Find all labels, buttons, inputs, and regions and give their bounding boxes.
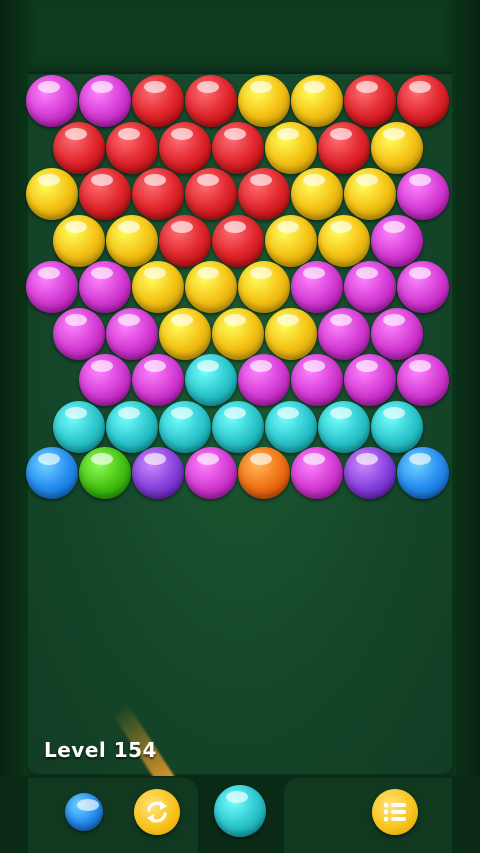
bubble-magenta xyxy=(397,261,449,313)
bubble-magenta xyxy=(79,75,131,127)
game-screen: Level 154 xyxy=(0,0,480,853)
bubble-cyan xyxy=(317,400,370,453)
bubble-cyan xyxy=(105,400,158,453)
bubble-cyan xyxy=(370,400,423,453)
bubble-orange xyxy=(238,447,290,499)
bubble-magenta xyxy=(79,261,131,313)
bubble-yellow xyxy=(52,214,105,267)
bubble-red xyxy=(132,168,184,220)
bubble-cyan xyxy=(264,400,317,453)
bubble-magenta xyxy=(344,354,396,406)
bubble-yellow xyxy=(264,214,317,267)
bubble-magenta xyxy=(79,354,131,406)
bubble-yellow xyxy=(264,307,317,360)
current-bubble[interactable] xyxy=(214,785,266,837)
bubble-red xyxy=(185,75,237,127)
bubble-magenta xyxy=(317,307,370,360)
bubble-red xyxy=(52,121,105,174)
bubble-magenta xyxy=(185,447,237,499)
top-bar xyxy=(28,0,452,74)
bubble-magenta xyxy=(26,261,78,313)
bubble-yellow xyxy=(291,75,343,127)
bubble-cyan xyxy=(185,354,237,406)
bubble-red xyxy=(211,214,264,267)
bubble-cyan xyxy=(158,400,211,453)
bubble-magenta xyxy=(397,168,449,220)
bubble-yellow xyxy=(238,75,290,127)
swap-arrows-icon xyxy=(143,798,171,826)
bubble-red xyxy=(397,75,449,127)
level-label: Level 154 xyxy=(44,738,157,762)
bubble-red xyxy=(344,75,396,127)
bottom-panel-right xyxy=(284,778,452,853)
bubble-red xyxy=(158,121,211,174)
bubble-magenta xyxy=(238,354,290,406)
left-wall xyxy=(0,0,28,853)
bubble-purple xyxy=(132,447,184,499)
bubble-magenta xyxy=(105,307,158,360)
bubble-yellow xyxy=(238,261,290,313)
bubble-magenta xyxy=(344,261,396,313)
bubble-red xyxy=(79,168,131,220)
bubble-magenta xyxy=(132,354,184,406)
bubble-cyan xyxy=(211,400,264,453)
bubble-yellow xyxy=(291,168,343,220)
bubble-cyan xyxy=(52,400,105,453)
bubble-red xyxy=(238,168,290,220)
bubble-blue xyxy=(26,447,78,499)
bubble-magenta xyxy=(370,214,423,267)
bubble-magenta xyxy=(26,75,78,127)
menu-list-icon xyxy=(382,800,408,824)
bubble-magenta xyxy=(291,447,343,499)
bubble-red xyxy=(317,121,370,174)
bubble-magenta xyxy=(397,354,449,406)
bubble-yellow xyxy=(105,214,158,267)
swap-button[interactable] xyxy=(134,789,180,835)
bubble-red xyxy=(211,121,264,174)
next-bubble[interactable] xyxy=(65,793,103,831)
bubble-magenta xyxy=(291,354,343,406)
bubble-yellow xyxy=(317,214,370,267)
bubble-yellow xyxy=(132,261,184,313)
bubble-yellow xyxy=(370,121,423,174)
bubble-magenta xyxy=(52,307,105,360)
bubble-purple xyxy=(344,447,396,499)
menu-button[interactable] xyxy=(372,789,418,835)
bubble-green xyxy=(79,447,131,499)
right-wall xyxy=(452,0,480,853)
bubble-red xyxy=(185,168,237,220)
bubble-magenta xyxy=(370,307,423,360)
bubble-blue xyxy=(397,447,449,499)
bubble-red xyxy=(158,214,211,267)
bubble-yellow xyxy=(185,261,237,313)
bubble-yellow xyxy=(211,307,264,360)
bubble-yellow xyxy=(158,307,211,360)
bubble-red xyxy=(132,75,184,127)
bubble-magenta xyxy=(291,261,343,313)
bubble-yellow xyxy=(26,168,78,220)
bubble-red xyxy=(105,121,158,174)
bubble-yellow xyxy=(264,121,317,174)
bubble-yellow xyxy=(344,168,396,220)
